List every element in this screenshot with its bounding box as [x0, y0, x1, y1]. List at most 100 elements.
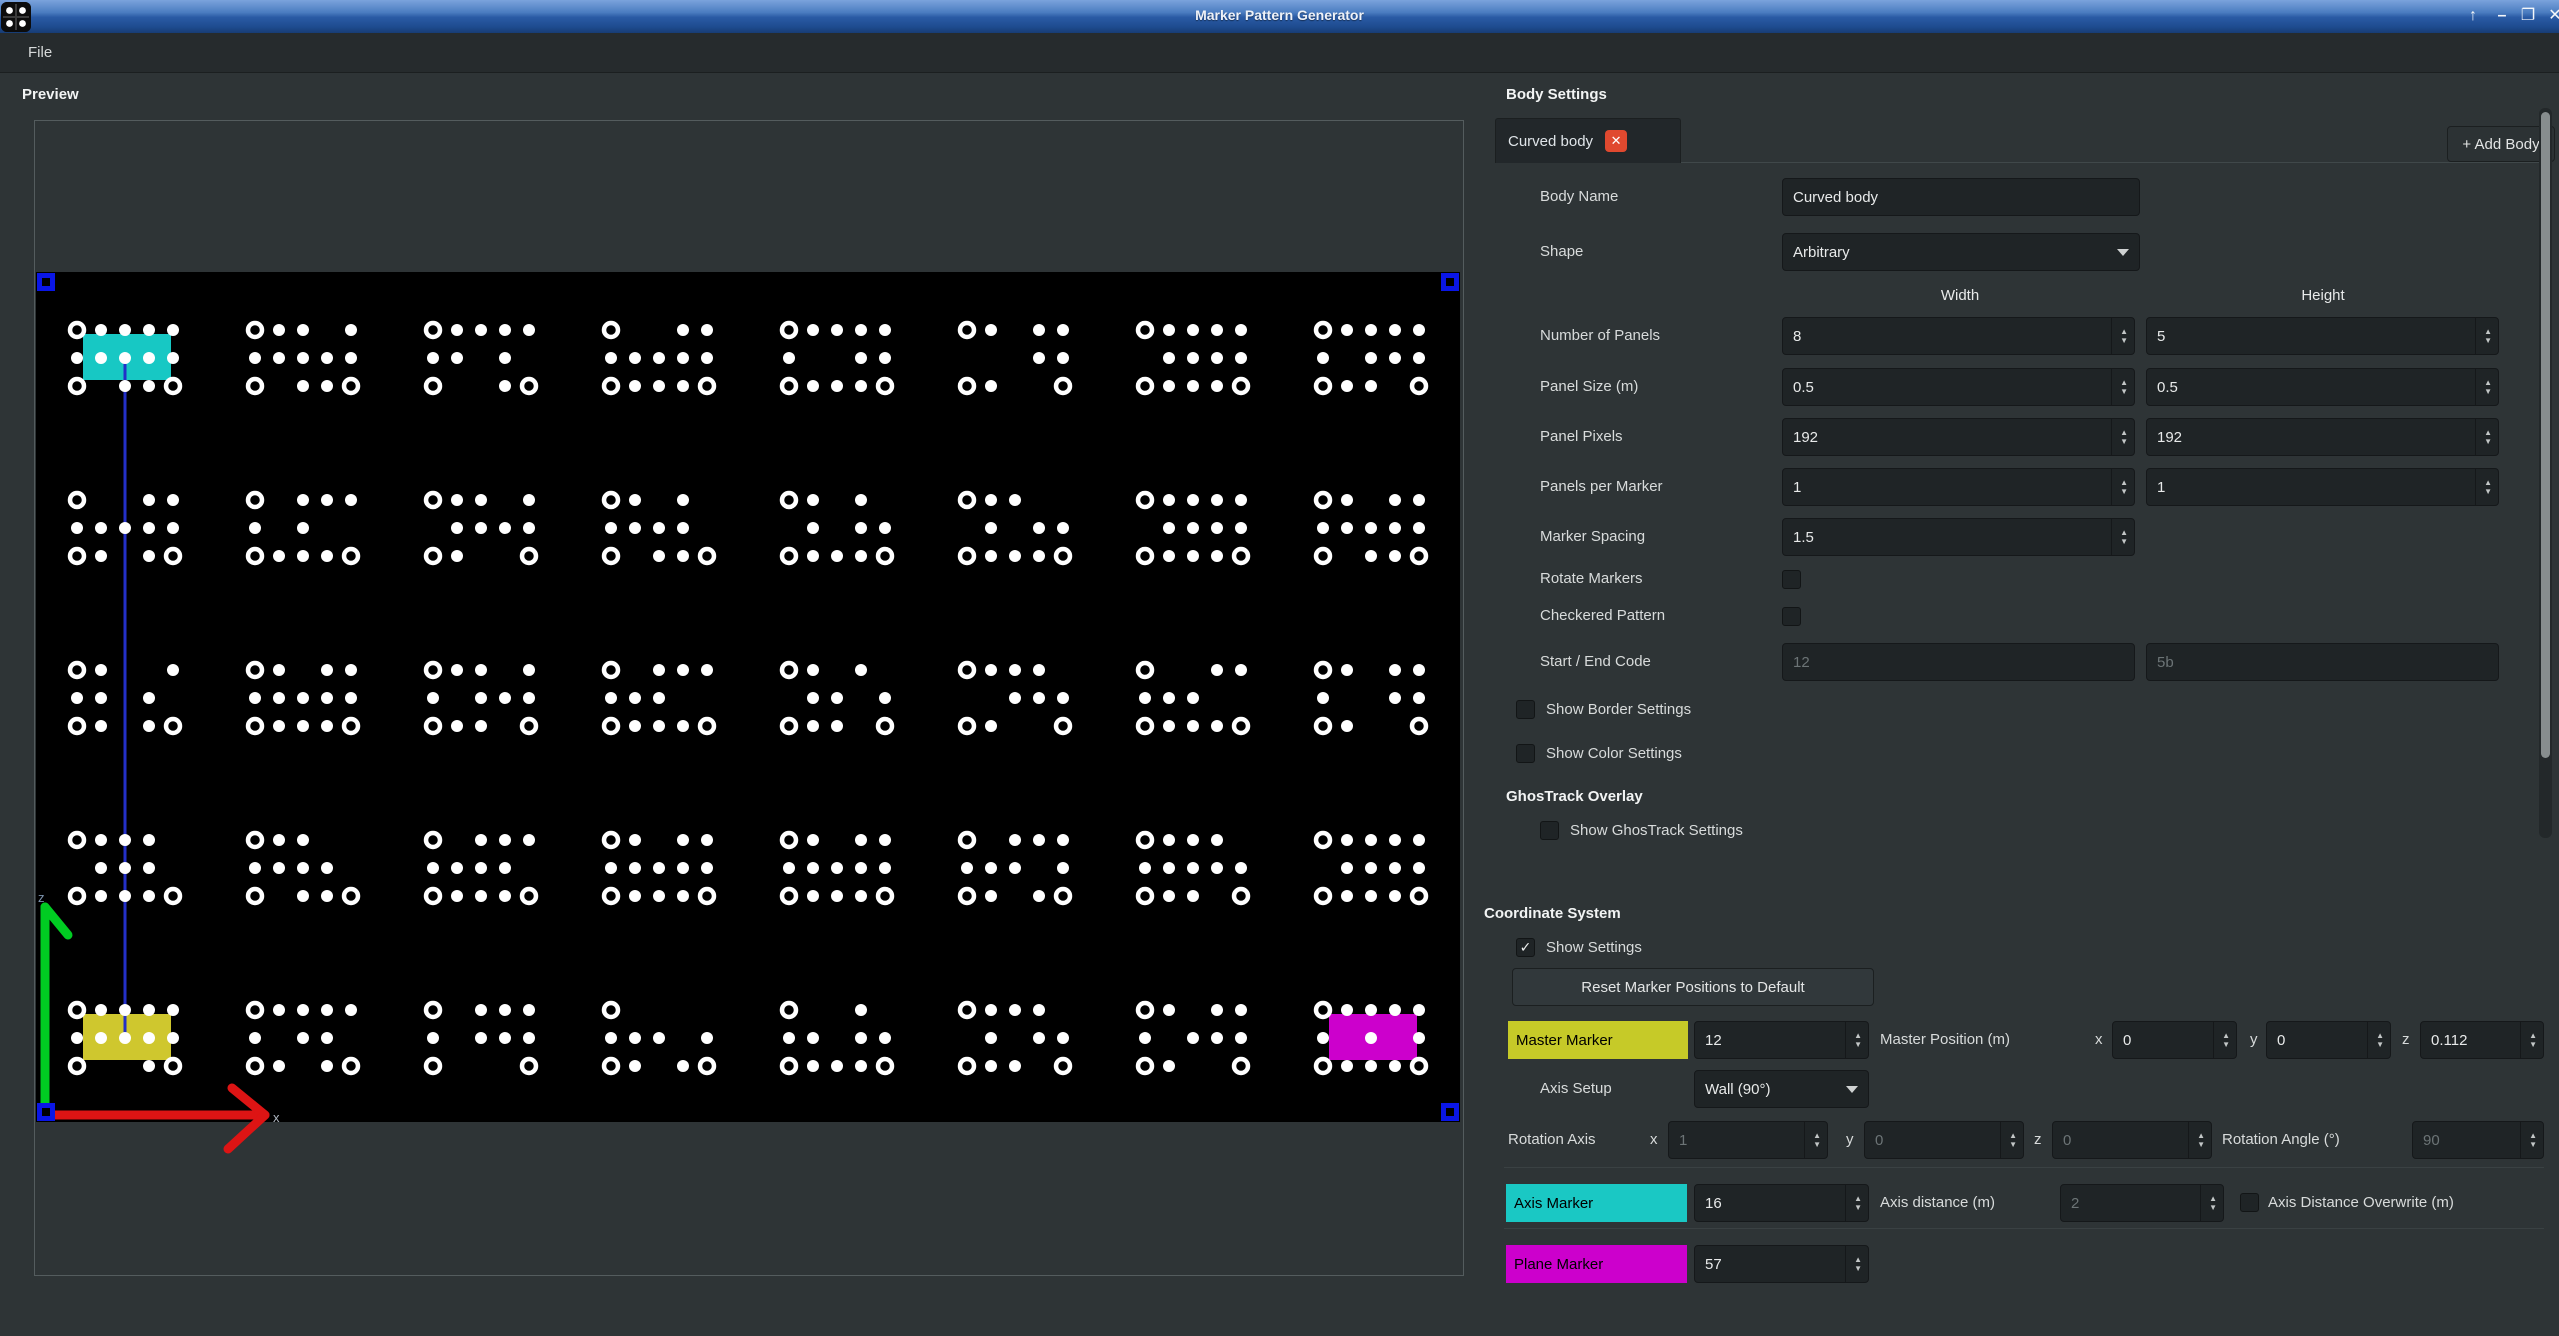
marker-3-1[interactable] — [248, 833, 358, 903]
marker-3-0[interactable] — [70, 833, 180, 903]
marker-spacing-spinbox[interactable]: 1.5 — [1782, 518, 2135, 556]
marker-2-7[interactable] — [1316, 663, 1426, 733]
marker-3-2[interactable] — [426, 833, 536, 903]
panel-pixels-height-spinbox[interactable]: 192 — [2146, 418, 2499, 456]
marker-4-4[interactable] — [782, 1003, 892, 1073]
rotate-markers-checkbox[interactable] — [1782, 570, 1801, 589]
spin-arrows-icon[interactable] — [2475, 419, 2492, 455]
shape-dropdown[interactable]: Arbitrary — [1782, 233, 2140, 271]
rotation-x-spinbox[interactable]: 1 — [1668, 1121, 1828, 1159]
settings-scrollbar-thumb[interactable] — [2541, 112, 2550, 758]
marker-4-5[interactable] — [960, 1003, 1070, 1073]
start-code-input[interactable]: 12 — [1782, 643, 2135, 681]
marker-2-5[interactable] — [960, 663, 1070, 733]
number-of-panels-height-spinbox[interactable]: 5 — [2146, 317, 2499, 355]
marker-0-2[interactable] — [426, 323, 536, 393]
tab-close-icon[interactable] — [1605, 130, 1627, 152]
marker-0-1[interactable] — [248, 323, 358, 393]
shade-button[interactable]: ↑ — [2461, 4, 2485, 28]
spin-arrows-icon[interactable] — [2111, 419, 2128, 455]
marker-1-2[interactable] — [426, 493, 536, 563]
marker-1-6[interactable] — [1138, 493, 1248, 563]
end-code-input[interactable]: 5b — [2146, 643, 2499, 681]
show-border-settings-checkbox[interactable] — [1516, 700, 1535, 719]
marker-3-6[interactable] — [1138, 833, 1248, 903]
panels-per-marker-width-spinbox[interactable]: 1 — [1782, 468, 2135, 506]
marker-2-6[interactable] — [1138, 663, 1248, 733]
marker-1-4[interactable] — [782, 493, 892, 563]
marker-0-7[interactable] — [1316, 323, 1426, 393]
show-settings-checkbox[interactable] — [1516, 938, 1535, 957]
spin-arrows-icon[interactable] — [2213, 1022, 2230, 1058]
spin-arrows-icon[interactable] — [2475, 318, 2492, 354]
spin-arrows-icon[interactable] — [2200, 1185, 2217, 1221]
rotation-angle-spinbox[interactable]: 90 — [2412, 1121, 2544, 1159]
master-x-spinbox[interactable]: 0 — [2112, 1021, 2237, 1059]
marker-3-7[interactable] — [1316, 833, 1426, 903]
spin-arrows-icon[interactable] — [2111, 469, 2128, 505]
rotation-y-spinbox[interactable]: 0 — [1864, 1121, 2024, 1159]
selection-handle[interactable] — [37, 1103, 55, 1121]
menu-file[interactable]: File — [20, 33, 60, 72]
panel-pixels-width-spinbox[interactable]: 192 — [1782, 418, 2135, 456]
spin-arrows-icon[interactable] — [2475, 369, 2492, 405]
spin-arrows-icon[interactable] — [2520, 1022, 2537, 1058]
spin-arrows-icon[interactable] — [1845, 1022, 1862, 1058]
selection-handle[interactable] — [1441, 1103, 1459, 1121]
marker-3-3[interactable] — [604, 833, 714, 903]
marker-3-5[interactable] — [960, 833, 1070, 903]
spin-arrows-icon[interactable] — [2000, 1122, 2017, 1158]
axis-marker-spinbox[interactable]: 16 — [1694, 1184, 1869, 1222]
show-ghostrack-settings-checkbox[interactable] — [1540, 821, 1559, 840]
marker-1-5[interactable] — [960, 493, 1070, 563]
spin-arrows-icon[interactable] — [2111, 318, 2128, 354]
spin-arrows-icon[interactable] — [2367, 1022, 2384, 1058]
master-z-spinbox[interactable]: 0.112 — [2420, 1021, 2544, 1059]
spin-arrows-icon[interactable] — [2520, 1122, 2537, 1158]
axis-distance-overwrite-checkbox[interactable] — [2240, 1193, 2259, 1212]
app-icon[interactable] — [1, 2, 31, 32]
marker-4-3[interactable] — [604, 1003, 714, 1073]
close-button[interactable]: ✕ — [2543, 4, 2559, 28]
marker-1-1[interactable] — [248, 493, 358, 563]
marker-2-4[interactable] — [782, 663, 892, 733]
reset-marker-positions-button[interactable]: Reset Marker Positions to Default — [1512, 968, 1874, 1006]
selection-handle[interactable] — [1441, 273, 1459, 291]
marker-4-6[interactable] — [1138, 1003, 1248, 1073]
restore-button[interactable]: ❐ — [2516, 4, 2540, 28]
marker-2-2[interactable] — [426, 663, 536, 733]
panel-size-height-spinbox[interactable]: 0.5 — [2146, 368, 2499, 406]
checkered-pattern-checkbox[interactable] — [1782, 607, 1801, 626]
spin-arrows-icon[interactable] — [1804, 1122, 1821, 1158]
marker-0-3[interactable] — [604, 323, 714, 393]
number-of-panels-width-spinbox[interactable]: 8 — [1782, 317, 2135, 355]
marker-0-6[interactable] — [1138, 323, 1248, 393]
master-marker-spinbox[interactable]: 12 — [1694, 1021, 1869, 1059]
axis-setup-dropdown[interactable]: Wall (90°) — [1694, 1070, 1869, 1108]
rotation-z-spinbox[interactable]: 0 — [2052, 1121, 2212, 1159]
marker-2-1[interactable] — [248, 663, 358, 733]
spin-arrows-icon[interactable] — [2475, 469, 2492, 505]
marker-0-5[interactable] — [960, 323, 1070, 393]
marker-2-3[interactable] — [604, 663, 714, 733]
body-name-input[interactable]: Curved body — [1782, 178, 2140, 216]
spin-arrows-icon[interactable] — [1845, 1185, 1862, 1221]
spin-arrows-icon[interactable] — [2188, 1122, 2205, 1158]
marker-1-7[interactable] — [1316, 493, 1426, 563]
spin-arrows-icon[interactable] — [2111, 519, 2128, 555]
selection-handle[interactable] — [37, 273, 55, 291]
spin-arrows-icon[interactable] — [1845, 1246, 1862, 1282]
marker-4-2[interactable] — [426, 1003, 536, 1073]
plane-marker-spinbox[interactable]: 57 — [1694, 1245, 1869, 1283]
marker-1-3[interactable] — [604, 493, 714, 563]
tab-curved-body[interactable]: Curved body — [1495, 118, 1681, 163]
marker-0-4[interactable] — [782, 323, 892, 393]
marker-4-1[interactable] — [248, 1003, 358, 1073]
marker-3-4[interactable] — [782, 833, 892, 903]
preview-canvas[interactable]: zx — [36, 272, 1460, 1122]
spin-arrows-icon[interactable] — [2111, 369, 2128, 405]
minimize-button[interactable]: – — [2490, 4, 2514, 28]
master-y-spinbox[interactable]: 0 — [2266, 1021, 2391, 1059]
show-color-settings-checkbox[interactable] — [1516, 744, 1535, 763]
panels-per-marker-height-spinbox[interactable]: 1 — [2146, 468, 2499, 506]
